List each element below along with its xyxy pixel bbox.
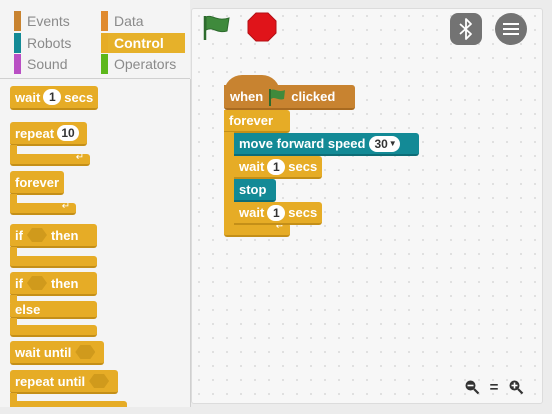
app-window: Events Data Robots Control Sound Operato… [0, 0, 552, 414]
block-label: wait [239, 159, 265, 174]
speed-dropdown[interactable]: 30 ▼ [369, 135, 400, 152]
category-swatch [14, 33, 21, 53]
palette-wait-block[interactable]: wait 1 secs [10, 86, 99, 110]
repeat-until-header[interactable]: repeat until [10, 370, 119, 394]
category-label: Robots [27, 35, 72, 51]
block-label: move forward speed [239, 136, 366, 151]
block-label: forever [229, 113, 274, 128]
wait-seconds-input[interactable]: 1 [267, 158, 286, 175]
category-swatch [101, 11, 108, 31]
zoom-reset-button[interactable]: = [490, 379, 499, 396]
script-canvas[interactable]: when clicked forever ↵ move forward spee… [191, 8, 543, 404]
speed-value: 30 [374, 136, 388, 151]
move-forward-speed-block[interactable]: move forward speed 30 ▼ [234, 133, 419, 156]
wait-block[interactable]: wait 1 secs [234, 156, 323, 179]
block-label: then [50, 275, 79, 291]
block-label: clicked [291, 89, 336, 104]
block-label: if [15, 227, 23, 243]
block-label: wait [239, 205, 265, 220]
loop-arrow-icon: ↵ [61, 201, 71, 212]
forever-header[interactable]: forever [10, 171, 65, 195]
block-label: if [15, 275, 23, 291]
when-flag-clicked-body[interactable]: when clicked [224, 85, 355, 110]
block-label: secs [64, 89, 94, 105]
green-flag-icon[interactable] [200, 13, 232, 41]
c-block-foot [10, 256, 97, 268]
stop-sign-icon[interactable] [247, 12, 277, 42]
category-label: Events [27, 13, 70, 29]
category-label: Data [114, 13, 144, 29]
if-header[interactable]: if then [10, 224, 97, 248]
block-label: secs [288, 159, 318, 174]
block-label: wait [15, 89, 41, 105]
c-block-arm [224, 132, 234, 225]
block-label: when [230, 89, 264, 104]
bluetooth-icon[interactable] [450, 13, 482, 45]
condition-slot[interactable] [89, 374, 110, 388]
else-section: else [10, 301, 97, 319]
dropdown-arrow-icon: ▼ [388, 139, 397, 148]
stop-block[interactable]: stop [234, 179, 276, 202]
block-label: stop [239, 182, 267, 197]
category-swatch [14, 11, 21, 31]
forever-header[interactable]: forever [224, 110, 290, 133]
block-label: forever [15, 174, 60, 190]
category-swatch [101, 33, 108, 53]
category-operators[interactable]: Operators [101, 54, 185, 74]
zoom-in-icon[interactable] [508, 379, 524, 395]
wait-seconds-input[interactable]: 1 [43, 89, 62, 105]
block-label: else [15, 301, 41, 317]
repeat-count-input[interactable]: 10 [57, 125, 80, 141]
if-else-header[interactable]: if then [10, 272, 97, 296]
zoom-controls: = [464, 378, 524, 396]
block-label: then [50, 227, 79, 243]
category-data[interactable]: Data [101, 11, 185, 31]
block-label: repeat [15, 125, 55, 141]
category-label: Control [114, 35, 164, 51]
category-sound[interactable]: Sound [14, 54, 100, 74]
c-block-foot [10, 401, 127, 407]
block-label: secs [288, 205, 318, 220]
category-control[interactable]: Control [101, 33, 185, 53]
condition-slot[interactable] [75, 345, 96, 359]
wait-seconds-input[interactable]: 1 [267, 204, 286, 221]
c-block-foot [10, 325, 97, 337]
block-palette[interactable]: wait 1 secs repeat 10 ↵ forever ↵ if the… [0, 79, 191, 407]
wait-block[interactable]: wait 1 secs [234, 202, 323, 225]
hamburger-menu-icon[interactable] [495, 13, 527, 45]
category-robots[interactable]: Robots [14, 33, 100, 53]
block-label: wait until [15, 344, 72, 360]
condition-slot[interactable] [26, 228, 47, 242]
green-flag-icon [267, 87, 287, 107]
palette-wait-until-block[interactable]: wait until [10, 341, 105, 365]
category-panel: Events Data Robots Control Sound Operato… [0, 0, 190, 79]
loop-arrow-icon: ↵ [75, 152, 85, 163]
category-swatch [101, 54, 108, 74]
category-label: Operators [114, 56, 177, 72]
condition-slot[interactable] [26, 276, 47, 290]
block-label: repeat until [15, 373, 86, 389]
zoom-out-icon[interactable] [464, 379, 480, 395]
category-label: Sound [27, 56, 68, 72]
repeat-header[interactable]: repeat 10 [10, 122, 88, 146]
category-events[interactable]: Events [14, 11, 100, 31]
category-swatch [14, 54, 21, 74]
